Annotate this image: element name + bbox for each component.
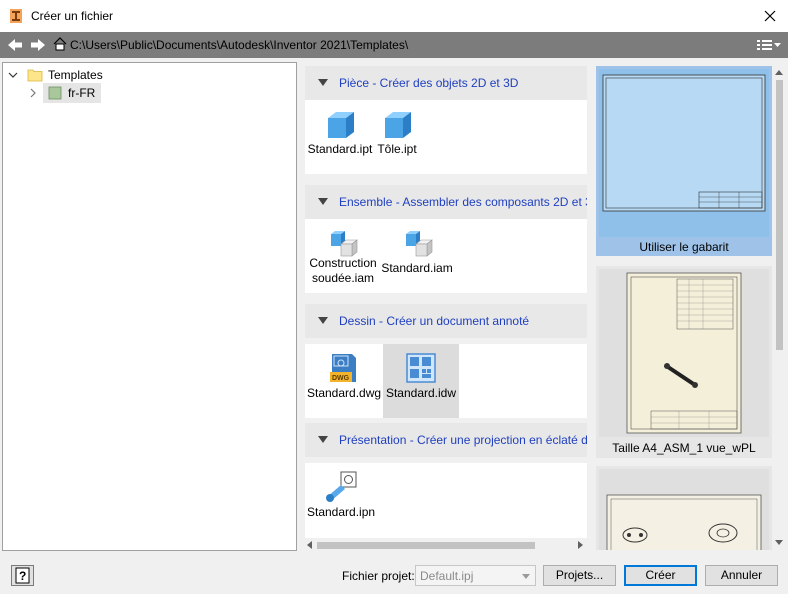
scrollbar-thumb[interactable] xyxy=(317,542,535,549)
template-label: Standard.ipt xyxy=(307,142,373,156)
create-button[interactable]: Créer xyxy=(624,565,697,586)
preview-card-third[interactable] xyxy=(596,466,772,550)
preview-caption: Utiliser le gabarit xyxy=(639,240,729,254)
dwg-icon: DWG xyxy=(330,354,356,382)
collapse-triangle-icon[interactable] xyxy=(318,79,328,86)
collapse-triangle-icon[interactable] xyxy=(318,436,328,443)
assembly-icon xyxy=(406,231,433,257)
inventor-app-icon xyxy=(10,9,22,23)
dwg-badge-text: DWG xyxy=(332,375,350,382)
group-body-presentation: Standard.ipn xyxy=(305,463,587,538)
home-icon[interactable] xyxy=(52,36,68,52)
project-file-value: Default.ipj xyxy=(420,569,474,583)
collapse-triangle-icon[interactable] xyxy=(318,198,328,205)
group-body-drawing: DWG Standard.dwg Standard.idw xyxy=(305,344,587,418)
project-file-label: Fichier projet: xyxy=(342,569,415,583)
template-label: Standard.dwg xyxy=(307,386,382,400)
group-header-assembly[interactable]: Ensemble - Assembler des composants 2D e… xyxy=(305,185,587,219)
back-arrow-icon[interactable] xyxy=(6,37,24,53)
group-header-presentation[interactable]: Présentation - Créer une projection en é… xyxy=(305,423,587,457)
scroll-left-icon[interactable] xyxy=(307,541,312,549)
preview-card-a4-asm[interactable]: Taille A4_ASM_1 vue_wPL xyxy=(596,266,772,458)
group-title: Pièce - Créer des objets 2D et 3D xyxy=(339,76,519,90)
window-title: Créer un fichier xyxy=(31,9,114,23)
chevron-down-icon xyxy=(522,574,530,579)
svg-text:?: ? xyxy=(19,569,26,583)
current-path: C:\Users\Public\Documents\Autodesk\Inven… xyxy=(70,38,409,52)
template-construction-soudee-iam[interactable]: Construction soudée.iam xyxy=(307,219,379,293)
sheet-metal-icon xyxy=(385,112,411,138)
help-button[interactable]: ? xyxy=(11,565,34,586)
tree-item-label: fr-FR xyxy=(68,86,96,100)
group-title: Dessin - Créer un document annoté xyxy=(339,314,530,328)
scroll-down-icon[interactable] xyxy=(775,540,783,545)
chevron-down-icon[interactable] xyxy=(5,67,21,83)
group-title: Ensemble - Assembler des composants 2D e… xyxy=(339,195,587,209)
collapse-triangle-icon[interactable] xyxy=(318,317,328,324)
template-label: Standard.ipn xyxy=(307,505,376,519)
sheet-preview-image xyxy=(599,69,769,237)
scroll-up-icon[interactable] xyxy=(775,70,783,75)
path-bar: C:\Users\Public\Documents\Autodesk\Inven… xyxy=(0,32,788,58)
tree-item-fr-fr[interactable] xyxy=(25,83,41,103)
template-label: Construction soudée.iam xyxy=(307,256,379,286)
tree-item-templates[interactable]: Templates xyxy=(5,65,103,85)
group-title: Présentation - Créer une projection en é… xyxy=(339,433,587,447)
sheet-preview-image xyxy=(599,469,769,550)
close-icon[interactable] xyxy=(762,8,778,24)
folder-tree[interactable]: Templates fr-FR xyxy=(2,62,297,551)
template-standard-dwg[interactable]: DWG Standard.dwg xyxy=(307,344,381,418)
scroll-right-icon[interactable] xyxy=(578,541,583,549)
template-standard-ipn[interactable]: Standard.ipn xyxy=(307,463,375,537)
tree-item-fr-fr-label[interactable]: fr-FR xyxy=(43,83,102,103)
presentation-icon xyxy=(326,471,357,502)
template-standard-iam[interactable]: Standard.iam xyxy=(381,219,453,293)
preview-pane[interactable]: Utiliser le gabarit Taille A4_ASM_1 vue_… xyxy=(596,66,772,550)
group-header-drawing[interactable]: Dessin - Créer un document annoté xyxy=(305,304,587,338)
sheet-preview-image xyxy=(599,269,769,437)
forward-arrow-icon[interactable] xyxy=(29,37,47,53)
template-label: Standard.idw xyxy=(385,386,457,400)
template-list-hscrollbar[interactable] xyxy=(305,538,587,552)
template-folder-icon xyxy=(48,86,62,100)
preview-caption: Taille A4_ASM_1 vue_wPL xyxy=(612,441,756,455)
template-label-line2: soudée.iam xyxy=(311,271,375,285)
preview-card-template[interactable]: Utiliser le gabarit xyxy=(596,66,772,256)
template-standard-idw[interactable]: Standard.idw xyxy=(383,344,459,418)
template-list[interactable]: Pièce - Créer des objets 2D et 3D Standa… xyxy=(305,66,587,538)
cancel-button[interactable]: Annuler xyxy=(705,565,778,586)
weldment-icon xyxy=(331,231,358,257)
folder-icon xyxy=(27,69,43,82)
part-icon xyxy=(328,112,354,138)
idw-icon xyxy=(406,353,436,383)
help-icon: ? xyxy=(15,567,30,584)
scrollbar-thumb[interactable] xyxy=(776,80,783,350)
project-file-select[interactable]: Default.ipj xyxy=(415,565,536,586)
group-body-assembly: Construction soudée.iam Standard.iam xyxy=(305,219,587,293)
preview-vscrollbar[interactable] xyxy=(772,66,786,550)
group-header-part[interactable]: Pièce - Créer des objets 2D et 3D xyxy=(305,66,587,100)
group-body-part: Standard.ipt Tôle.ipt xyxy=(305,100,587,174)
projects-button[interactable]: Projets... xyxy=(543,565,616,586)
template-tole-ipt[interactable]: Tôle.ipt xyxy=(375,100,419,174)
tree-item-label: Templates xyxy=(48,68,103,82)
title-bar: Créer un fichier xyxy=(0,0,788,32)
template-label: Tôle.ipt xyxy=(377,142,417,156)
chevron-right-icon[interactable] xyxy=(25,85,41,101)
template-label-line1: Construction xyxy=(309,256,377,270)
template-label: Standard.iam xyxy=(381,261,453,275)
template-standard-ipt[interactable]: Standard.ipt xyxy=(307,100,373,174)
bottom-bar: ? Fichier projet: Default.ipj Projets...… xyxy=(0,556,788,594)
view-options-icon[interactable] xyxy=(755,37,783,53)
